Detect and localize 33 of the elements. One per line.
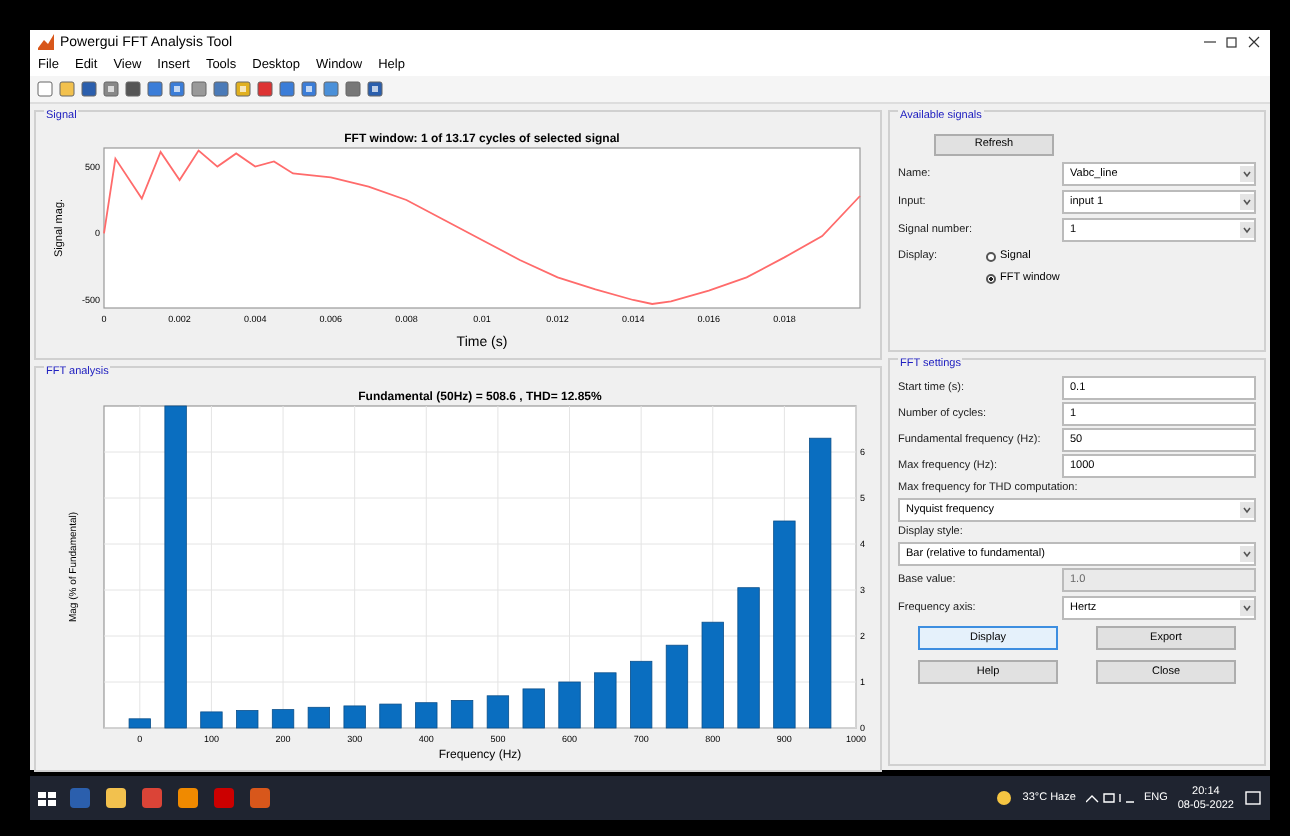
bar <box>522 688 545 729</box>
app-logo-icon <box>38 34 54 50</box>
bar <box>665 644 689 729</box>
dropdown-caret-icon[interactable] <box>1240 546 1254 563</box>
bar <box>379 703 402 729</box>
dropdown-caret-icon[interactable] <box>1240 194 1254 210</box>
close-icon[interactable] <box>1246 34 1262 50</box>
bar <box>450 700 474 729</box>
dropdown-caret-icon[interactable] <box>1240 166 1254 182</box>
taskbar-app-icon[interactable] <box>104 786 128 810</box>
bar <box>701 621 724 729</box>
bar <box>128 718 151 729</box>
dropdown-caret-icon[interactable] <box>1240 222 1254 238</box>
bar <box>415 702 438 729</box>
restore-icon[interactable] <box>1224 34 1240 50</box>
bar <box>558 681 581 729</box>
bar <box>200 711 223 729</box>
notification-icon[interactable] <box>1244 789 1262 807</box>
dropdown-caret-icon[interactable] <box>1240 599 1254 616</box>
bar <box>271 709 295 729</box>
bar <box>307 706 330 729</box>
bar <box>594 672 617 729</box>
system-tray-icon <box>1085 792 1134 804</box>
taskbar-app-icon[interactable] <box>248 786 272 810</box>
bar <box>236 710 259 729</box>
bar <box>630 660 653 729</box>
bar <box>343 705 366 729</box>
bar <box>737 587 760 729</box>
weather-icon <box>996 790 1013 806</box>
bar <box>486 695 510 729</box>
start-icon[interactable] <box>38 789 56 807</box>
dropdown-caret-icon[interactable] <box>1240 502 1254 519</box>
taskbar-app-icon[interactable] <box>176 786 200 810</box>
